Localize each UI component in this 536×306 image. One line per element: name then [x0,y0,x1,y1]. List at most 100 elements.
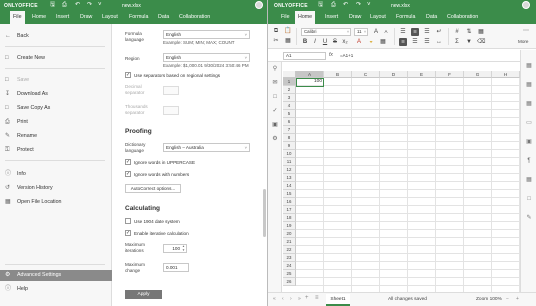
row-header[interactable]: 10 [283,150,296,158]
signature-settings-icon[interactable]: ✎ [525,214,533,222]
autocorrect-options-button[interactable]: AutoCorrect options... [125,184,181,193]
formula-input[interactable]: =A1+1 [338,52,514,60]
row-header[interactable]: 24 [283,262,296,270]
ignore-numbers-checkbox[interactable]: ✓ [125,171,131,177]
add-sheet-icon[interactable]: + [305,295,309,301]
font-size-select[interactable]: 11 ˅ [354,28,368,36]
scrollbar[interactable] [263,189,266,237]
row-header[interactable]: 8 [283,134,296,142]
tab-layout[interactable]: Layout [367,11,389,24]
active-cell[interactable]: 100 [296,78,324,87]
search-icon[interactable]: ⚲ [271,65,279,73]
row-header[interactable]: 18 [283,214,296,222]
chart-settings-icon[interactable]: ▦ [525,100,533,108]
borders-icon[interactable]: ▦ [379,38,387,46]
copy-icon[interactable]: ⧉ [272,27,280,35]
row-header[interactable]: 21 [283,238,296,246]
row-header[interactable]: 23 [283,254,296,262]
zoom-level[interactable]: Zoom 100% [476,297,502,302]
align-top-icon[interactable]: ☰ [399,28,407,36]
row-header[interactable]: 17 [283,206,296,214]
subscript-icon[interactable]: x₂ [341,38,349,46]
paste-icon[interactable]: 📋 [284,27,292,35]
tab-draw[interactable]: Draw [77,11,95,24]
next-sheet-icon[interactable]: › [290,296,292,302]
row-header[interactable]: 19 [283,222,296,230]
tab-layout[interactable]: Layout [99,11,121,24]
filter-icon[interactable]: ▼ [465,38,473,46]
redo-icon[interactable]: ↷ [87,2,92,8]
first-sheet-icon[interactable]: « [273,296,276,302]
row-header[interactable]: 11 [283,158,296,166]
row-header[interactable]: 13 [283,174,296,182]
row-header[interactable]: 14 [283,182,296,190]
column-header[interactable]: H [492,71,520,78]
row-header[interactable]: 12 [283,166,296,174]
row-header[interactable]: 4 [283,102,296,110]
column-header[interactable]: G [464,71,492,78]
format-table-icon[interactable]: ▦ [477,28,485,36]
merge-cells-icon[interactable]: ↔ [435,38,443,46]
menu-advanced-settings[interactable]: ⚙ Advanced Settings [0,270,112,281]
zoom-out-icon[interactable]: − [506,296,509,302]
date-1904-checkbox[interactable] [125,218,131,224]
redo-icon[interactable]: ↷ [356,2,361,8]
row-header[interactable]: 20 [283,230,296,238]
number-format-icon[interactable]: # [453,28,461,36]
sheet-list-icon[interactable]: ≡ [315,295,319,301]
chevron-down-icon[interactable]: ˅ [367,2,371,8]
plugins-icon[interactable]: ▣ [271,121,279,129]
cell-settings-icon[interactable]: ▦ [525,62,533,70]
wrap-text-icon[interactable]: ↵ [435,28,443,36]
avatar[interactable] [255,1,263,9]
row-header[interactable]: 5 [283,110,296,118]
tab-draw[interactable]: Draw [346,11,364,24]
tab-file[interactable]: File [278,11,293,24]
chat-icon[interactable]: □ [271,93,279,101]
row-header[interactable]: 1 [283,78,296,86]
fx-icon[interactable]: fx [329,52,333,58]
row-header[interactable]: 15 [283,190,296,198]
tab-data[interactable]: Data [423,11,440,24]
dictionary-language-select[interactable]: English – Australia ˅ [163,143,250,152]
tab-collaboration[interactable]: Collaboration [444,11,481,24]
bold-icon[interactable]: B [301,38,309,46]
zoom-in-icon[interactable]: + [516,296,519,302]
text-art-icon[interactable]: ¶ [525,157,533,165]
menu-print[interactable]: ⎙ Print [0,117,112,128]
chevron-down-icon[interactable]: ˅ [98,2,102,8]
align-bottom-icon[interactable]: ☰ [423,28,431,36]
tab-formula[interactable]: Formula [393,11,418,24]
image-settings-icon[interactable]: ▣ [525,138,533,146]
select-all-icon[interactable]: ▦ [284,37,292,45]
more-icon[interactable]: ⋯ [522,27,530,35]
stepper-arrows-icon[interactable]: ▲ ▼ [182,244,185,252]
spellcheck-icon[interactable]: ✓ [271,107,279,115]
row-header[interactable]: 2 [283,86,296,94]
menu-download-as[interactable]: ↧ Download As [0,89,112,100]
insert-function-icon[interactable]: Σ [453,38,461,46]
use-separators-checkbox[interactable]: ✓ [125,72,131,78]
select-all-corner[interactable] [283,71,296,78]
slicer-settings-icon[interactable]: □ [525,195,533,203]
column-header[interactable]: E [408,71,436,78]
tab-home[interactable]: Home [29,11,49,24]
tab-formula[interactable]: Formula [126,11,151,24]
align-right-icon[interactable]: ☰ [423,38,431,46]
row-header[interactable]: 3 [283,94,296,102]
column-header[interactable]: B [324,71,352,78]
feedback-icon[interactable]: ⚙ [271,135,279,143]
cut-icon[interactable]: ✂ [272,37,280,45]
decrease-font-icon[interactable]: A [382,28,390,36]
menu-protect[interactable]: ⚿ Protect [0,145,112,156]
font-name-select[interactable]: Calibri ˅ [301,28,351,36]
row-header[interactable]: 6 [283,118,296,126]
formula-language-select[interactable]: English ˅ [163,30,250,39]
align-left-icon[interactable]: ☰ [399,38,407,46]
undo-icon[interactable]: ↶ [343,2,348,8]
apply-button[interactable]: Apply [125,290,162,299]
column-header[interactable]: C [352,71,380,78]
prev-sheet-icon[interactable]: ‹ [282,296,284,302]
region-select[interactable]: English ˅ [163,53,250,62]
strikethrough-icon[interactable]: S [331,38,339,46]
